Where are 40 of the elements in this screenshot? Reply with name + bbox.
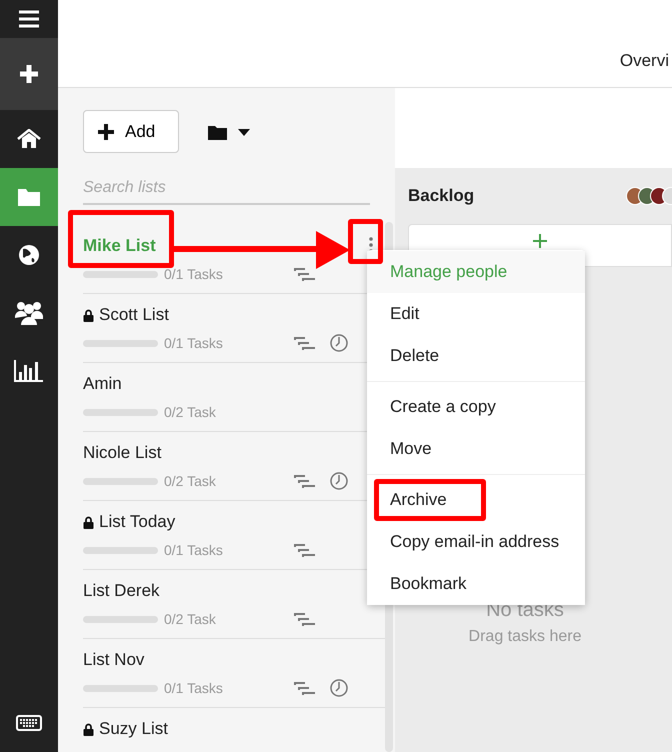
- plus-icon: [19, 64, 39, 84]
- menu-item[interactable]: Edit: [367, 293, 585, 335]
- list-name: Suzy List: [99, 719, 168, 739]
- task-count: 0/2 Task: [164, 610, 216, 628]
- empty-state-hint: Drag tasks here: [468, 627, 582, 647]
- people-icon: [15, 301, 43, 325]
- bar-chart-icon: [14, 360, 44, 382]
- home-icon: [17, 129, 41, 149]
- menu-item[interactable]: Move: [367, 428, 585, 470]
- task-count: 0/1 Tasks: [164, 540, 223, 560]
- menu-item[interactable]: Create a copy: [367, 386, 585, 428]
- list-name: Nicole List: [83, 443, 162, 463]
- list-name: Mike List: [83, 236, 156, 256]
- task-count: 0/1 Tasks: [164, 264, 223, 284]
- list-item[interactable]: List Nov 0/1 Tasks: [83, 639, 385, 708]
- plus-icon: [532, 233, 548, 249]
- menu-item[interactable]: Bookmark: [367, 563, 585, 605]
- globe-icon: [18, 244, 40, 266]
- sidebar-item[interactable]: [0, 38, 58, 110]
- list-name: List Today: [99, 512, 176, 532]
- list-name: Scott List: [99, 305, 169, 325]
- more-avatars-icon[interactable]: [662, 187, 672, 205]
- keyboard-icon: [16, 715, 42, 731]
- task-count: 0/1 Tasks: [164, 678, 223, 698]
- menu-item[interactable]: Copy email-in address: [367, 521, 585, 563]
- column-title: Backlog: [408, 185, 474, 208]
- task-count: 0/1 Tasks: [164, 334, 223, 352]
- task-count: 0/2 Task: [164, 472, 216, 490]
- task-count: 0/2 Task: [164, 402, 216, 422]
- menu-item[interactable]: Delete: [367, 335, 585, 377]
- overview-tab[interactable]: Overvi: [620, 48, 669, 73]
- list-name: Amin: [83, 374, 122, 394]
- add-button[interactable]: Add: [83, 110, 179, 153]
- list-name: List Nov: [83, 650, 144, 670]
- menu-icon: [18, 10, 40, 28]
- search-field[interactable]: Search lists: [83, 170, 370, 205]
- list-name: List Derek: [83, 581, 160, 601]
- plus-icon: [97, 122, 115, 140]
- folder-icon: [17, 187, 41, 207]
- menu-item[interactable]: Archive: [367, 479, 585, 521]
